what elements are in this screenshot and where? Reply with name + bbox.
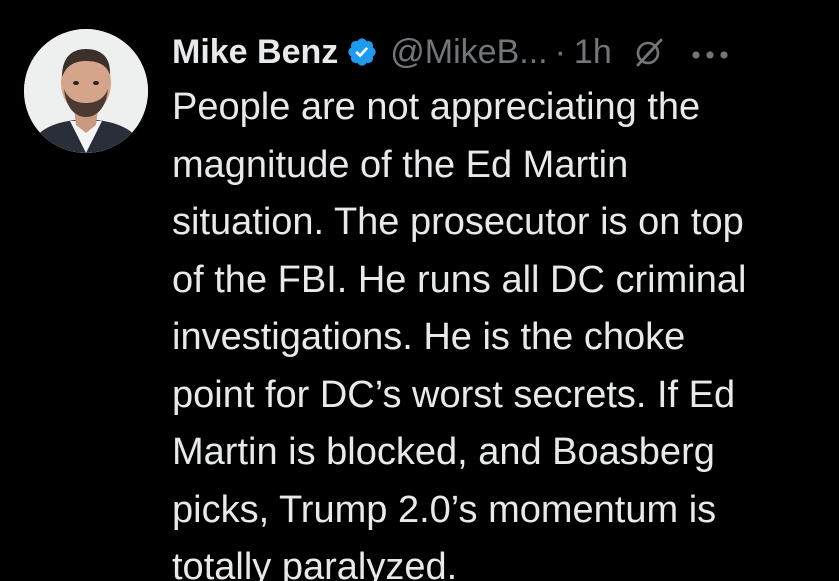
author-handle[interactable]: @MikeB... (390, 33, 547, 72)
avatar[interactable] (24, 29, 148, 153)
tweet[interactable]: Mike Benz @MikeB... · 1h People are not … (0, 0, 839, 581)
tweet-text-line: totally paralyzed. (172, 546, 458, 581)
tweet-text-line: investigations. He is the choke (172, 316, 686, 358)
tweet-text-line: Martin is blocked, and Boasberg (172, 431, 715, 473)
tweet-header: Mike Benz @MikeB... · 1h (172, 28, 730, 76)
tweet-text-line: point for DC’s worst secrets. If Ed (172, 373, 736, 416)
more-options-icon[interactable] (690, 47, 730, 59)
tweet-text-line: of the FBI. He runs all DC criminal (172, 258, 747, 301)
timestamp[interactable]: 1h (574, 33, 612, 72)
grok-icon[interactable] (634, 37, 664, 67)
tweet-text-line: situation. The prosecutor is on top (172, 201, 744, 243)
tweet-text: People are not appreciating the magnitud… (172, 79, 822, 581)
author-name[interactable]: Mike Benz (172, 33, 338, 72)
tweet-text-line: picks, Trump 2.0’s momentum is (172, 488, 717, 531)
tweet-text-line: magnitude of the Ed Martin (172, 143, 629, 186)
tweet-text-line: People are not appreciating the (172, 86, 701, 128)
verified-badge-icon (346, 36, 378, 68)
header-separator: · (554, 32, 566, 71)
